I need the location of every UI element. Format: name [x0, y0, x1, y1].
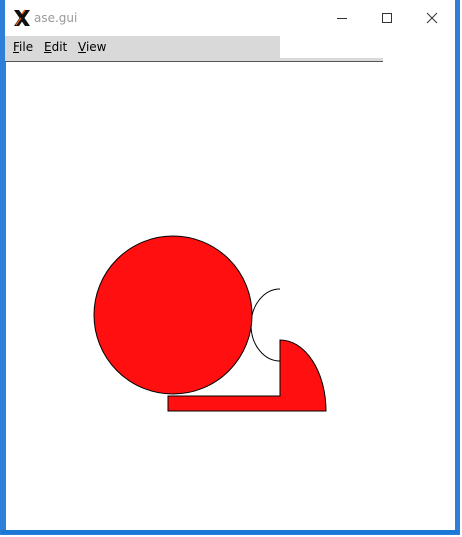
title-bar[interactable]: ase.gui: [5, 0, 455, 36]
menu-file[interactable]: File: [13, 40, 33, 54]
window-right-border: [455, 1, 459, 534]
menu-bar-separator: [5, 61, 383, 62]
x-logo-icon: [14, 9, 30, 26]
minimize-icon: [337, 18, 347, 19]
window-left-border: [1, 1, 6, 534]
minimize-button[interactable]: [319, 0, 365, 36]
maximize-icon: [382, 13, 392, 23]
close-button[interactable]: [409, 0, 455, 36]
menu-bar: File Edit View: [5, 36, 280, 58]
menu-view[interactable]: View: [78, 40, 106, 54]
close-icon: [426, 12, 438, 24]
menu-edit[interactable]: Edit: [44, 40, 67, 54]
maximize-button[interactable]: [364, 0, 410, 36]
atom-red-main[interactable]: [93, 235, 253, 395]
window-title: ase.gui: [34, 11, 78, 25]
